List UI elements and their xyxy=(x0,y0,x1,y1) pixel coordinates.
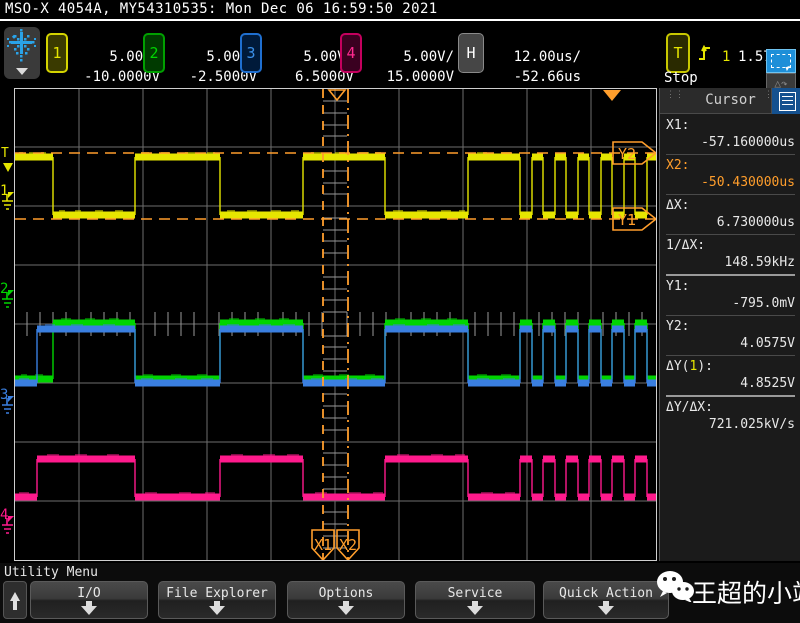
cursor-key-invdx: 1/ΔX: xyxy=(666,238,705,253)
cursor-key-x2: X2: xyxy=(666,158,689,173)
channel-4-button[interactable]: 4 xyxy=(340,33,362,73)
softkey-file-explorer[interactable]: File Explorer xyxy=(158,581,276,619)
back-up-icon[interactable] xyxy=(3,581,27,619)
cursor-label-x2: X2 xyxy=(339,536,357,554)
list-menu-icon[interactable] xyxy=(771,88,800,114)
channel-1-ground-marker[interactable]: 1 xyxy=(0,182,15,214)
trigger-marker-label: T xyxy=(1,146,9,161)
cursor-value-x1: -57.160000us xyxy=(701,135,795,150)
up-arrow-stem xyxy=(13,601,17,610)
cursor-label-y2: Y2 xyxy=(618,145,636,163)
cursor-key-dy: ΔY(1): xyxy=(666,359,713,374)
snowflake-dropdown-arrow xyxy=(16,68,28,75)
trigger-label: T xyxy=(668,44,688,62)
softkey-file-explorer-label: File Explorer xyxy=(159,586,275,601)
horizontal-label: H xyxy=(459,44,483,62)
cursor-panel-header[interactable]: ⋮⋮ Cursor ⋮⋮ xyxy=(660,88,800,114)
trigger-source[interactable]: 1 xyxy=(722,49,730,65)
cursor-value-dx: 6.730000us xyxy=(717,215,795,230)
channel-1-number: 1 xyxy=(48,44,66,62)
down-arrow-head xyxy=(209,606,225,615)
horizontal-scale: 12.00us/ xyxy=(514,49,581,65)
softkey-service-label: Service xyxy=(416,586,534,601)
trigger-button[interactable]: T xyxy=(666,33,690,73)
cursor-key-y1: Y1: xyxy=(666,279,689,294)
channel-2-ground-marker[interactable]: 2 xyxy=(0,280,15,312)
down-arrow-head xyxy=(338,606,354,615)
watermark: 王超的小站 xyxy=(606,568,796,614)
channel-4-number: 4 xyxy=(342,44,360,62)
run-state: Stop xyxy=(664,70,698,86)
cursor-label-x1: X1 xyxy=(314,536,332,554)
channel-3-ground-marker[interactable]: 3 xyxy=(0,386,15,418)
waveform-display[interactable]: Y2 Y1 X1 X2 xyxy=(14,88,657,561)
divider xyxy=(666,234,795,235)
cursor-value-slope: 721.025kV/s xyxy=(709,417,795,432)
softkey-options[interactable]: Options xyxy=(287,581,405,619)
up-arrow-head xyxy=(10,592,20,601)
settings-toolbar: 1 5.00V/ -10.0000V 2 5.00V/ -2.5000V 3 5… xyxy=(0,23,800,85)
softkey-service[interactable]: Service xyxy=(415,581,535,619)
channel-3-number: 3 xyxy=(242,44,260,62)
wechat-icon xyxy=(654,570,696,602)
cursor-label-y1: Y1 xyxy=(618,211,636,229)
channel-4-ground-marker[interactable]: 4 xyxy=(0,506,15,538)
pointer-icon xyxy=(786,65,794,71)
divider xyxy=(666,355,795,356)
cursor-value-invdx: 148.59kHz xyxy=(725,255,795,270)
snowflake-icon[interactable] xyxy=(4,27,40,79)
channel-2-number: 2 xyxy=(145,44,163,62)
channel-4-offset: 15.0000V xyxy=(387,69,454,85)
graticule: Y2 Y1 X1 X2 xyxy=(15,89,656,560)
cursor-value-x2: -50.430000us xyxy=(701,175,795,190)
cursor-key-x1: X1: xyxy=(666,118,689,133)
title-bar: MSO-X 4054A, MY54310535: Mon Dec 06 16:5… xyxy=(0,0,800,21)
channel-4-scale: 5.00V/ xyxy=(403,49,454,65)
softkey-options-label: Options xyxy=(288,586,404,601)
divider xyxy=(666,154,795,155)
channel-marker-gutter: T 1 2 3 4 xyxy=(0,88,15,561)
divider xyxy=(666,395,795,397)
divider xyxy=(666,315,795,316)
cursor-key-dx: ΔX: xyxy=(666,198,689,213)
horizontal-delay: -52.66us xyxy=(514,69,581,85)
down-arrow-head xyxy=(81,606,97,615)
watermark-text: 王超的小站 xyxy=(692,574,800,610)
drag-handle-right-icon[interactable]: ⋮⋮ xyxy=(764,93,770,107)
zoom-select-icon[interactable] xyxy=(766,49,796,73)
softkey-io[interactable]: I/O xyxy=(30,581,148,619)
down-arrow-head xyxy=(467,606,483,615)
oscilloscope-screen: MSO-X 4054A, MY54310535: Mon Dec 06 16:5… xyxy=(0,0,800,623)
channel-2-button[interactable]: 2 xyxy=(143,33,165,73)
softkey-io-label: I/O xyxy=(31,586,147,601)
channel-3-button[interactable]: 3 xyxy=(240,33,262,73)
cursor-value-y2: 4.0575V xyxy=(740,336,795,351)
horizontal-button[interactable]: H xyxy=(458,33,484,73)
cursor-value-y1: -795.0mV xyxy=(732,296,795,311)
cursor-key-slope: ΔY/ΔX: xyxy=(666,400,713,415)
menu-title: Utility Menu xyxy=(4,565,98,580)
cursor-measurement-panel: ⋮⋮ Cursor ⋮⋮ X1: -57.160000us X2: -50.43… xyxy=(659,88,800,561)
trigger-level-marker[interactable]: T xyxy=(1,146,9,161)
divider xyxy=(666,194,795,195)
cursor-value-dy: 4.8525V xyxy=(740,376,795,391)
divider xyxy=(666,274,795,276)
rising-edge-icon[interactable] xyxy=(698,45,712,66)
cursor-key-y2: Y2: xyxy=(666,319,689,334)
channel-1-button[interactable]: 1 xyxy=(46,33,68,73)
instrument-title: MSO-X 4054A, MY54310535: Mon Dec 06 16:5… xyxy=(5,1,438,17)
trigger-arrow-icon xyxy=(2,162,14,174)
